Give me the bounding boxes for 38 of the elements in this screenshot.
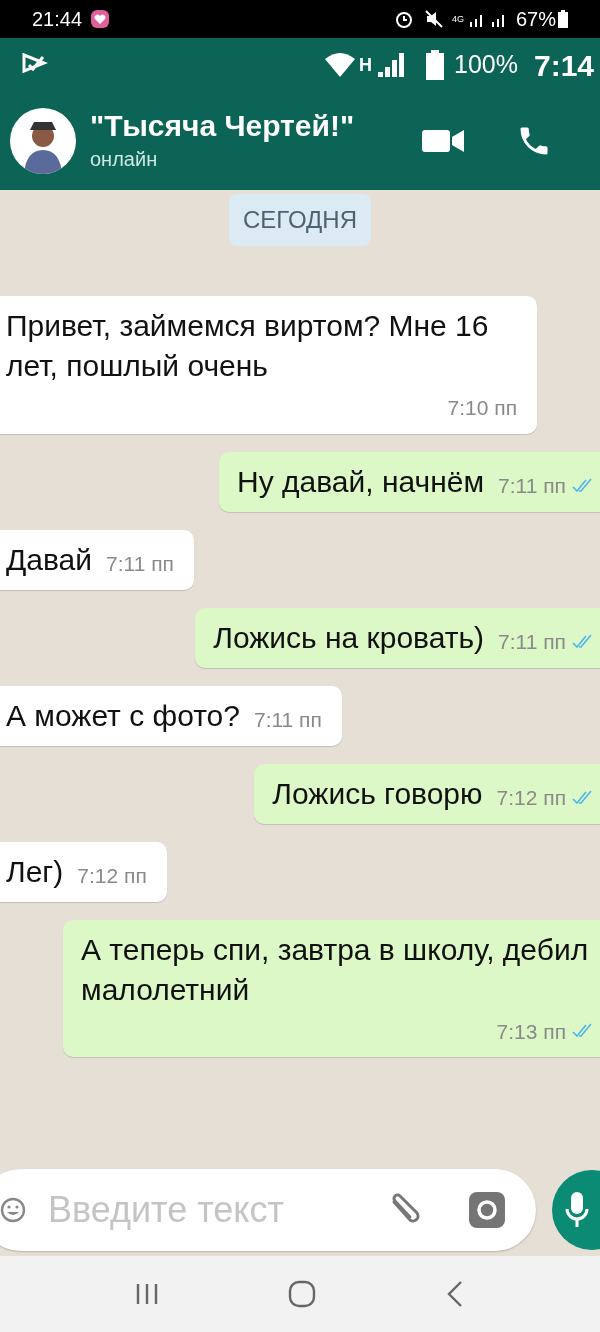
wifi-icon bbox=[325, 53, 355, 77]
message-text: Ложись говорю bbox=[272, 775, 483, 812]
message-time: 7:10 пп bbox=[447, 395, 517, 421]
text-input[interactable]: Введите текст bbox=[48, 1183, 348, 1237]
contact-name[interactable]: "Тысяча Чертей!" bbox=[90, 108, 355, 144]
message-text: А может с фото? bbox=[6, 697, 240, 734]
home-icon[interactable] bbox=[288, 1280, 316, 1308]
date-chip: СЕГОДНЯ bbox=[228, 194, 371, 246]
network-type-text: Н bbox=[359, 53, 372, 77]
emoji-icon[interactable] bbox=[0, 1197, 26, 1223]
clock-text: 21:44 bbox=[32, 7, 83, 32]
message-time: 7:12 пп bbox=[496, 785, 566, 811]
message-text: Ну давай, начнём bbox=[237, 463, 485, 500]
battery-text: 67% bbox=[515, 7, 556, 32]
message-text: Лег) bbox=[6, 853, 64, 890]
message-text: Давай bbox=[6, 541, 93, 578]
clock-text: 7:14 bbox=[533, 47, 594, 84]
message-text: Ложись на кровать) bbox=[213, 619, 485, 656]
contact-status: онлайн bbox=[90, 147, 159, 172]
alarm-icon bbox=[393, 9, 414, 29]
battery-text: 100% bbox=[454, 49, 518, 81]
message-time: 7:11 пп bbox=[498, 629, 566, 655]
message-time: 7:12 пп bbox=[77, 863, 147, 889]
battery-icon bbox=[426, 50, 444, 80]
recent-apps-icon[interactable] bbox=[134, 1282, 159, 1306]
message-time: 7:11 пп bbox=[253, 707, 322, 733]
video-call-icon[interactable] bbox=[422, 128, 464, 154]
mute-icon bbox=[423, 9, 444, 29]
message-text: Привет, займемся виртом? Мне 16 лет, пошлый очень bbox=[6, 308, 490, 384]
camera-icon[interactable] bbox=[468, 1191, 506, 1229]
message-time: 7:13 пп bbox=[496, 1018, 566, 1045]
battery-icon bbox=[558, 10, 568, 28]
message-time: 7:11 пп bbox=[498, 473, 566, 499]
microphone-icon bbox=[565, 1191, 589, 1229]
message-input[interactable]: Введите текст bbox=[0, 1169, 536, 1251]
message-time: 7:11 пп bbox=[106, 551, 174, 577]
message-text: А теперь спи, завтра в школу, дебил малолетний bbox=[81, 931, 590, 1008]
network-type-text: 4G bbox=[451, 14, 464, 24]
